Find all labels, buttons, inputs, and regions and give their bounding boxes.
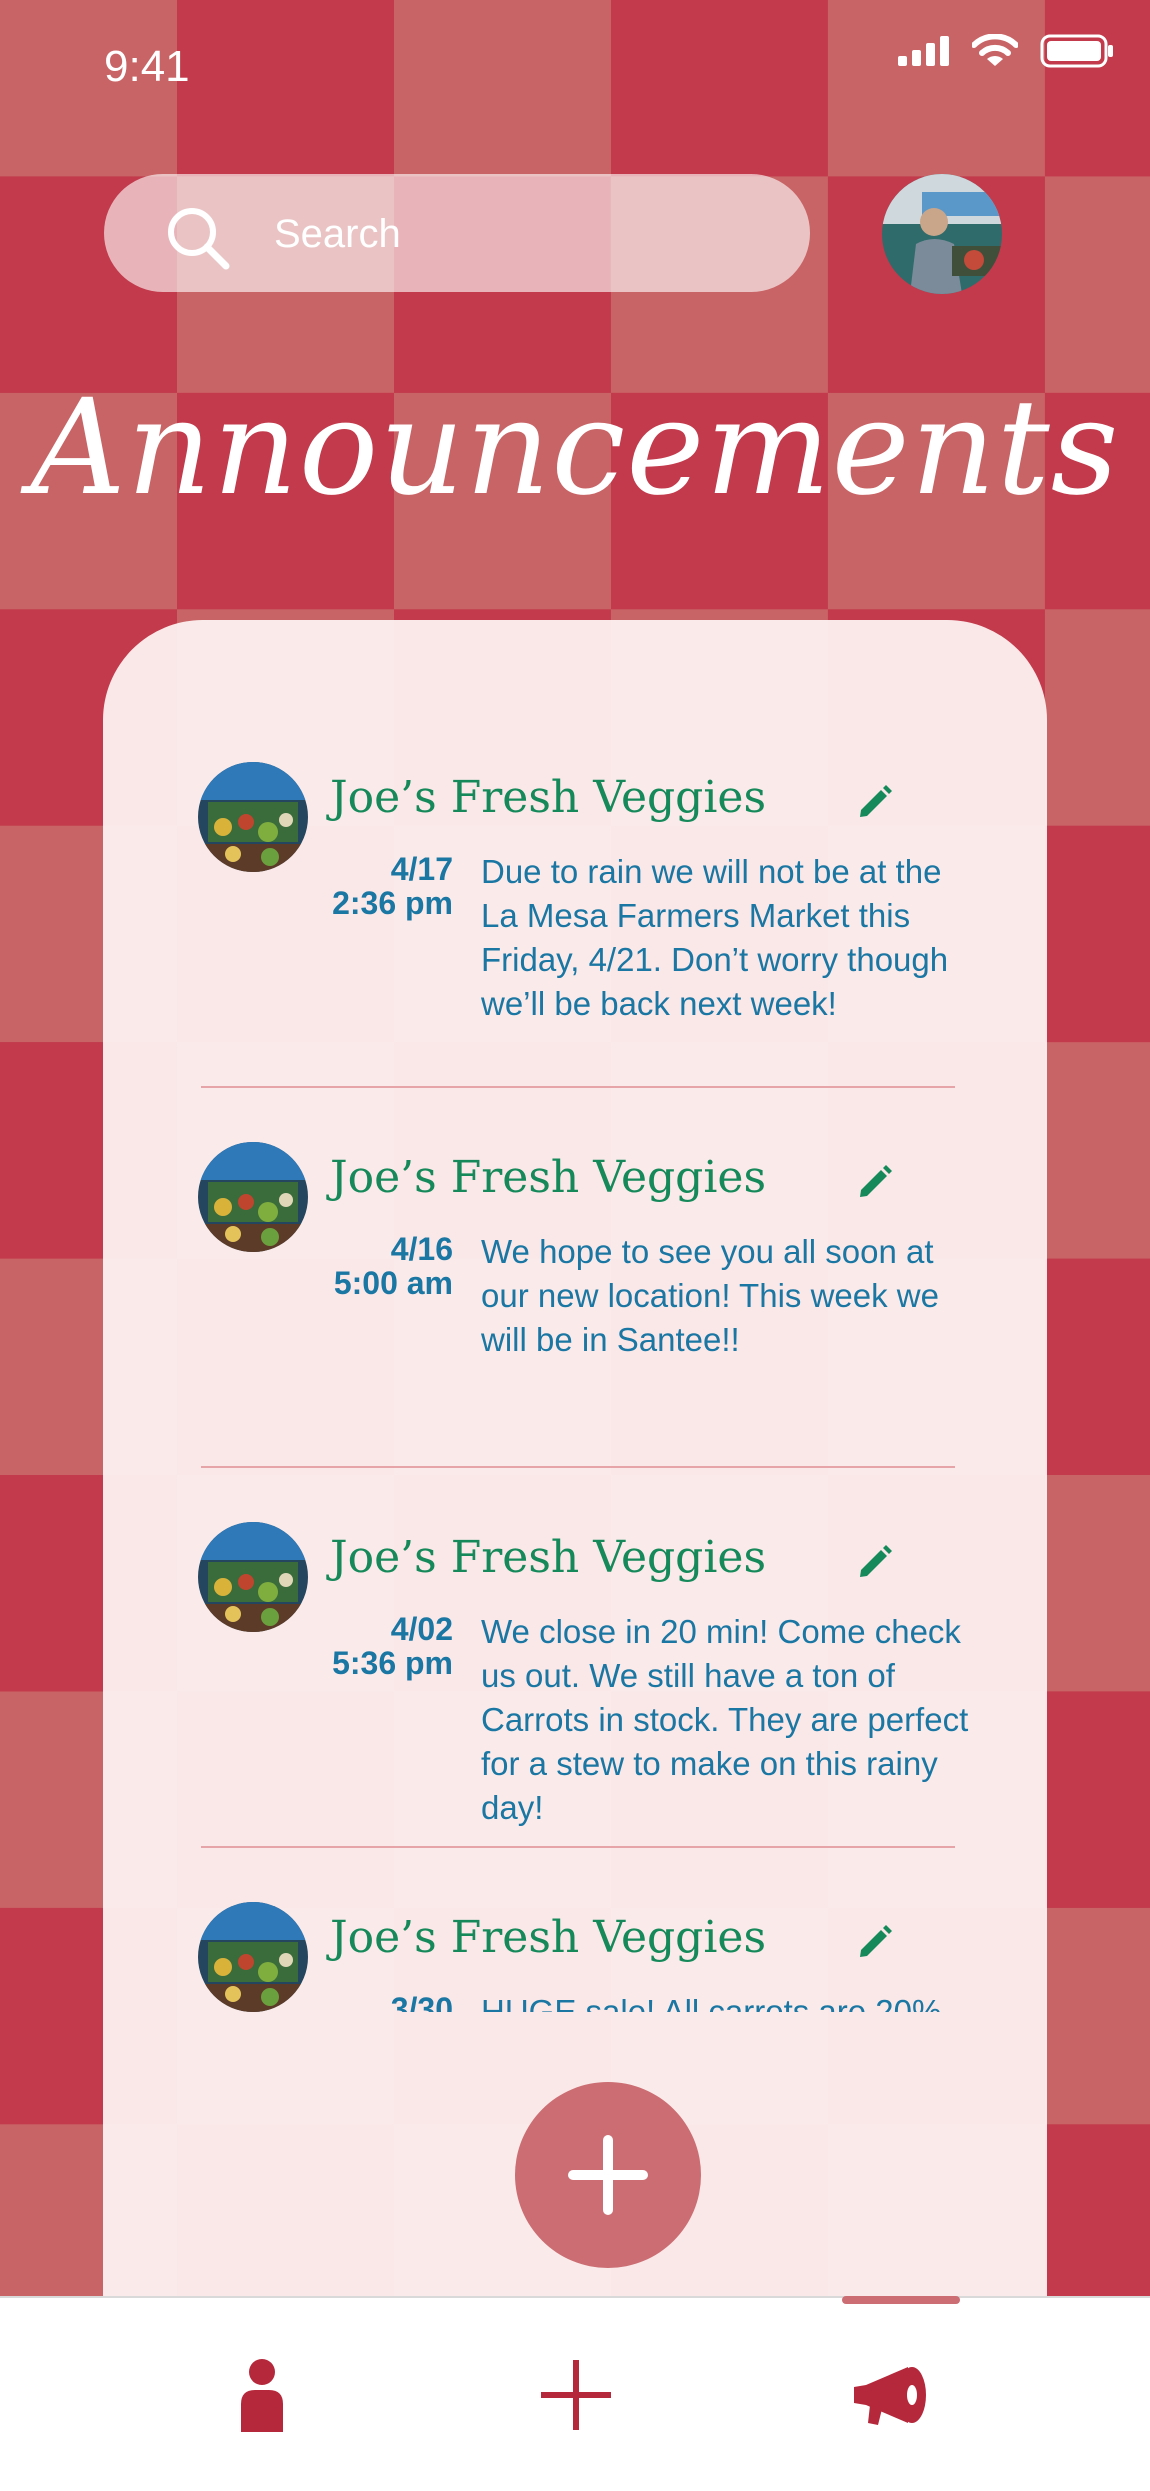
post-author: Joe’s Fresh Veggies <box>330 772 767 823</box>
post-date: 4/17 2:36 pm <box>293 852 453 920</box>
tab-add[interactable] <box>456 2298 696 2491</box>
announcement-post: Joe’s Fresh Veggies 4/02 5:36 pm We clos… <box>103 1460 1047 1848</box>
page-title: Announcements <box>30 371 1120 525</box>
edit-icon[interactable] <box>855 1162 895 1202</box>
post-date-day: 4/17 <box>390 851 453 887</box>
edit-icon[interactable] <box>855 1542 895 1582</box>
edit-icon[interactable] <box>855 1922 895 1962</box>
status-bar: 9:41 <box>0 0 1150 140</box>
status-icons <box>898 34 1114 68</box>
post-date-time: 5:00 am <box>333 1265 453 1301</box>
signal-icon <box>898 36 949 66</box>
profile-avatar[interactable] <box>882 174 1002 294</box>
person-icon <box>241 2358 283 2432</box>
vendor-image <box>198 1902 308 2012</box>
post-date: 4/16 5:00 am <box>293 1232 453 1300</box>
post-date-day: 4/02 <box>390 1611 453 1647</box>
post-text: We close in 20 min! Come check us out. W… <box>481 1613 969 1826</box>
vendor-image <box>198 1522 308 1632</box>
post-date: 4/02 5:36 pm <box>293 1612 453 1680</box>
vendor-image <box>198 762 308 872</box>
post-date: 3/30 <box>293 1992 453 2012</box>
post-author: Joe’s Fresh Veggies <box>330 1532 767 1583</box>
tab-announcements[interactable] <box>772 2298 1012 2491</box>
search-bar[interactable] <box>104 174 810 292</box>
announcement-post: Joe’s Fresh Veggies 3/30 HUGE sale! All … <box>103 1840 1047 2012</box>
post-text: Due to rain we will not be at the La Mes… <box>481 853 949 1022</box>
post-author: Joe’s Fresh Veggies <box>330 1912 767 1963</box>
wifi-icon <box>972 34 1018 66</box>
vendor-image <box>198 1142 308 1252</box>
post-date-day: 3/30 <box>390 1991 453 2012</box>
announcement-post: Joe’s Fresh Veggies 4/16 5:00 am We hope… <box>103 1080 1047 1468</box>
status-time: 9:41 <box>104 42 190 91</box>
post-text: We hope to see you all soon at our new l… <box>481 1233 939 1358</box>
avatar-image <box>882 174 1002 294</box>
megaphone-icon <box>854 2366 926 2425</box>
search-input[interactable] <box>272 204 776 264</box>
vendor-thumbnail[interactable] <box>198 762 308 872</box>
vendor-thumbnail[interactable] <box>198 1522 308 1632</box>
battery-icon <box>1040 34 1113 68</box>
search-icon <box>168 208 230 270</box>
post-date-time: 2:36 pm <box>332 885 453 921</box>
tab-profile[interactable] <box>142 2298 382 2491</box>
announcements-feed[interactable]: Joe’s Fresh Veggies 4/17 2:36 pm Due to … <box>103 700 1047 2012</box>
vendor-thumbnail[interactable] <box>198 1902 308 2012</box>
plus-icon <box>541 2359 611 2430</box>
post-date-time: 5:36 pm <box>332 1645 453 1681</box>
announcement-post: Joe’s Fresh Veggies 4/17 2:36 pm Due to … <box>103 700 1047 1088</box>
vendor-thumbnail[interactable] <box>198 1142 308 1252</box>
add-announcement-button[interactable] <box>515 2082 701 2268</box>
tab-bar <box>0 2296 1150 2491</box>
plus-icon <box>568 2135 648 2215</box>
edit-icon[interactable] <box>855 782 895 822</box>
post-text: HUGE sale! All carrots are 20% <box>481 1993 942 2012</box>
post-author: Joe’s Fresh Veggies <box>330 1152 767 1203</box>
post-date-day: 4/16 <box>390 1231 453 1267</box>
